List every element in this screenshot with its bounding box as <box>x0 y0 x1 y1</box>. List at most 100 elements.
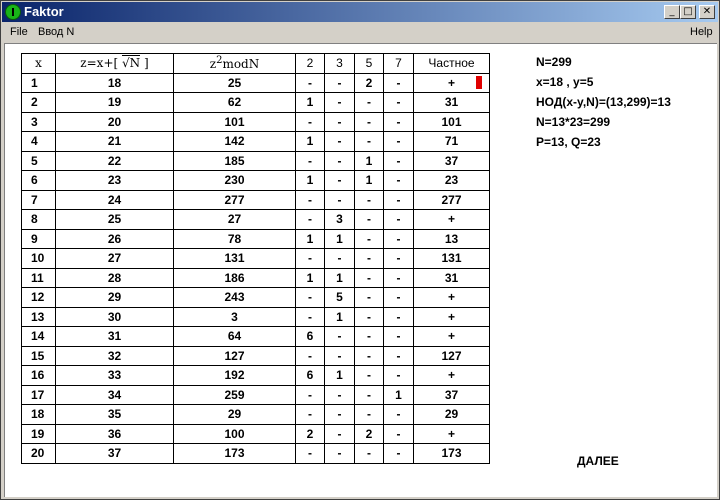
cell-div-2: - <box>295 306 325 327</box>
cell-div-2: 6 <box>295 326 325 347</box>
cell-div-5: - <box>354 248 384 269</box>
cell-quotient: 101 <box>413 111 490 132</box>
table-row: 17 34 259- - -1 37 <box>21 384 490 405</box>
cell-mod: 186 <box>173 267 296 288</box>
cell-z: 18 <box>55 72 174 93</box>
cell-div-5: 1 <box>354 170 384 191</box>
cell-div-7: - <box>383 287 414 308</box>
header-div-7: 7 <box>383 53 414 74</box>
close-button[interactable]: ✕ <box>699 5 715 19</box>
cell-mod: 62 <box>173 92 296 113</box>
app-icon <box>5 4 21 20</box>
info-gcd: НОД(x-y,N)=(13,299)=13 <box>536 95 671 109</box>
cell-mod: 101 <box>173 111 296 132</box>
cell-div-3: - <box>324 404 355 425</box>
cell-div-7: - <box>383 326 414 347</box>
menu-help[interactable]: Help <box>690 25 713 39</box>
cell-quotient: + <box>413 326 490 347</box>
cell-div-5: - <box>354 345 384 366</box>
header-z: z=x+[ √N ] <box>55 53 174 74</box>
table-row: 5 22 185- -1-37 <box>21 150 490 171</box>
cell-z: 25 <box>55 209 174 230</box>
table-row: 1 18 25- -2- + <box>21 72 490 93</box>
cell-div-2: 1 <box>295 131 325 152</box>
cell-quotient: 71 <box>413 131 490 152</box>
cell-div-3: - <box>324 326 355 347</box>
cell-div-2: 1 <box>295 92 325 113</box>
menu-file[interactable]: File <box>10 25 28 39</box>
cell-div-7: - <box>383 423 414 444</box>
cell-div-2: - <box>295 345 325 366</box>
cell-mod: 243 <box>173 287 296 308</box>
cell-div-5: - <box>354 111 384 132</box>
cell-div-5: - <box>354 326 384 347</box>
cell-z: 19 <box>55 92 174 113</box>
maximize-button[interactable]: □ <box>680 5 696 19</box>
cell-x: 17 <box>21 384 56 405</box>
table-row: 7 24 277- - - -277 <box>21 189 490 210</box>
cell-z: 32 <box>55 345 174 366</box>
cell-div-7: - <box>383 189 414 210</box>
cell-div-5: - <box>354 209 384 230</box>
cell-x: 11 <box>21 267 56 288</box>
cell-div-3: 5 <box>324 287 355 308</box>
cell-div-5: - <box>354 287 384 308</box>
table-row: 13 30 3-1- - + <box>21 306 490 327</box>
title-bar[interactable]: Faktor _ □ ✕ <box>2 2 718 22</box>
cell-div-5: - <box>354 306 384 327</box>
cell-div-5: 2 <box>354 72 384 93</box>
cell-z: 28 <box>55 267 174 288</box>
cell-div-7: - <box>383 365 414 386</box>
header-div-3: 3 <box>324 53 355 74</box>
cell-div-7: - <box>383 228 414 249</box>
cell-quotient: 23 <box>413 170 490 191</box>
minimize-button[interactable]: _ <box>664 5 680 19</box>
cell-div-3: 1 <box>324 306 355 327</box>
window-title: Faktor <box>24 4 64 19</box>
cell-div-3: - <box>324 92 355 113</box>
cell-div-7: - <box>383 150 414 171</box>
cell-div-7: - <box>383 92 414 113</box>
info-product: N=13*23=299 <box>536 115 611 129</box>
menu-input-n[interactable]: Ввод N <box>38 25 74 39</box>
cell-div-5: - <box>354 189 384 210</box>
cell-div-2: - <box>295 72 325 93</box>
cell-div-5: - <box>354 384 384 405</box>
cell-div-2: 1 <box>295 228 325 249</box>
cell-quotient: 31 <box>413 92 490 113</box>
current-row-marker <box>476 76 482 89</box>
cell-div-3: - <box>324 72 355 93</box>
cell-div-7: - <box>383 443 414 464</box>
cell-mod: 29 <box>173 404 296 425</box>
cell-mod: 173 <box>173 443 296 464</box>
cell-z: 30 <box>55 306 174 327</box>
table-row: 8 25 27-3- - + <box>21 209 490 230</box>
cell-z: 24 <box>55 189 174 210</box>
cell-quotient: 37 <box>413 384 490 405</box>
header-z-squared-mod-n: z2modN <box>173 53 296 74</box>
header-z-root: √N <box>122 55 141 71</box>
cell-x: 8 <box>21 209 56 230</box>
cell-quotient: 173 <box>413 443 490 464</box>
cell-div-7: - <box>383 209 414 230</box>
cell-mod: 230 <box>173 170 296 191</box>
table-body: 1 18 25- -2- +2 19 62 1- - -31 3 20 101- - - -101 4 21 142… <box>21 72 490 464</box>
cell-z: 23 <box>55 170 174 191</box>
cell-mod: 142 <box>173 131 296 152</box>
cell-mod: 3 <box>173 306 296 327</box>
table-row: 19 36 100 2-2- + <box>21 423 490 444</box>
cell-quotient: + <box>413 365 490 386</box>
cell-div-3: - <box>324 423 355 444</box>
table-row: 14 31 64 6- - - + <box>21 326 490 347</box>
cell-div-5: - <box>354 92 384 113</box>
next-button[interactable]: ДАЛЕЕ <box>577 454 619 468</box>
header-mod-tail: modN <box>222 57 260 72</box>
cell-div-7: - <box>383 131 414 152</box>
cell-div-5: - <box>354 267 384 288</box>
cell-div-2: 6 <box>295 365 325 386</box>
cell-div-3: - <box>324 345 355 366</box>
cell-x: 3 <box>21 111 56 132</box>
cell-x: 6 <box>21 170 56 191</box>
cell-div-2: - <box>295 287 325 308</box>
cell-div-2: - <box>295 248 325 269</box>
